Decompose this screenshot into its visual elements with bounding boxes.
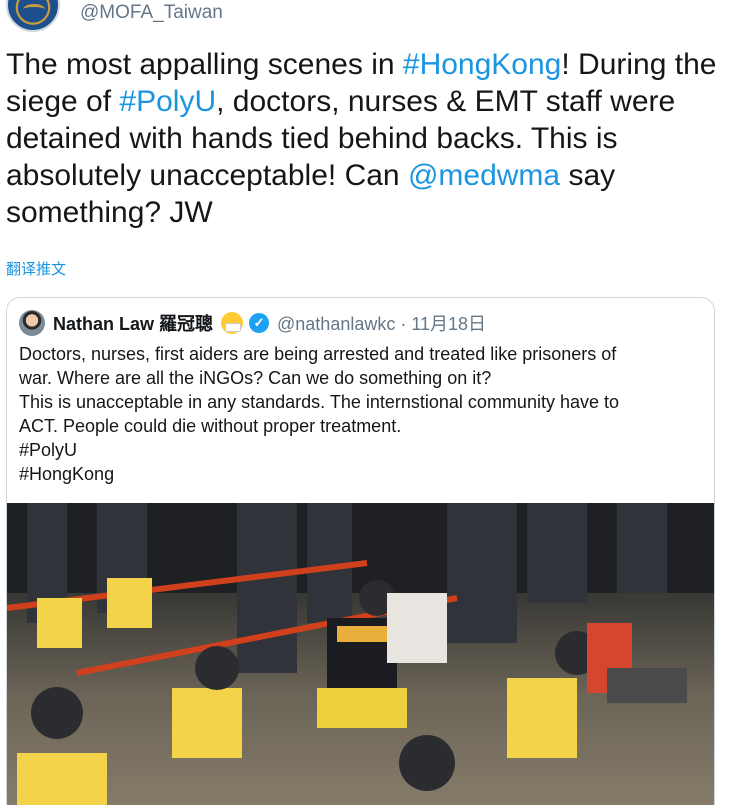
quoted-tweet-header: Nathan Law 羅冠聰 ✓ @nathanlawkc · 11月18日 (19, 310, 486, 336)
mofa-avatar[interactable] (6, 0, 60, 32)
quoted-hashtag-hongkong[interactable]: #HongKong (19, 462, 709, 486)
tweet-text-part: The most appalling scenes in (6, 48, 403, 81)
quoted-tweet-text: Doctors, nurses, first aiders are being … (19, 342, 709, 486)
quoted-text-line: war. Where are all the iNGOs? Can we do … (19, 368, 492, 388)
tweet-text: The most appalling scenes in #HongKong! … (6, 46, 736, 231)
photo-scene (7, 503, 714, 805)
quoted-text-line: Doctors, nurses, first aiders are being … (19, 344, 617, 364)
quoted-handle-date[interactable]: @nathanlawkc · 11月18日 (277, 310, 486, 336)
quoted-text-line: ACT. People could die without proper tre… (19, 416, 402, 436)
verified-badge-icon: ✓ (249, 313, 270, 333)
translate-tweet-link[interactable]: 翻译推文 (6, 258, 66, 279)
mask-face-emoji-icon (221, 312, 244, 334)
quoted-text-line: This is unacceptable in any standards. T… (19, 392, 619, 412)
quoted-hashtag-polyu[interactable]: #PolyU (19, 438, 709, 462)
quoted-author-name[interactable]: Nathan Law 羅冠聰 (53, 310, 213, 336)
hashtag-polyu-link[interactable]: #PolyU (119, 85, 216, 118)
hashtag-hongkong-link[interactable]: #HongKong (403, 48, 561, 81)
tweet-header: @MOFA_Taiwan (0, 0, 747, 40)
nathan-law-avatar[interactable] (19, 310, 45, 336)
tweet-photo[interactable] (7, 503, 714, 805)
account-handle[interactable]: @MOFA_Taiwan (80, 2, 223, 24)
mention-medwma-link[interactable]: @medwma (408, 159, 560, 192)
quoted-tweet-card[interactable]: Nathan Law 羅冠聰 ✓ @nathanlawkc · 11月18日 D… (6, 297, 715, 805)
